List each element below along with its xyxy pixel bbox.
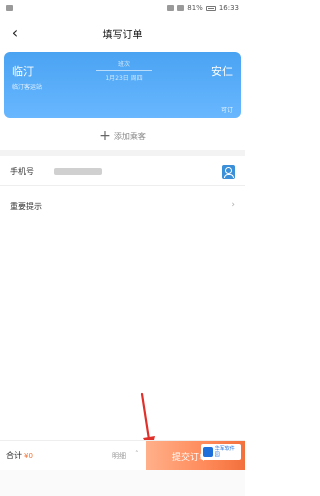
watermark-text: 华军软件园: [214, 446, 235, 458]
total-price: ¥0: [24, 451, 33, 460]
back-button[interactable]: ‹: [6, 22, 24, 44]
system-nav-bar: [0, 470, 245, 496]
section-divider: [0, 150, 245, 156]
phone-label: 手机号: [10, 167, 34, 176]
route-date: 1月23日 周四: [105, 75, 143, 82]
arrival-city: 安仁: [211, 65, 233, 78]
departure-station: 临汀客运站: [12, 84, 43, 91]
departure-city: 临汀: [12, 65, 34, 78]
phone-field[interactable]: [54, 168, 102, 175]
signal-icon: [177, 5, 185, 11]
total-label: 合计: [6, 451, 22, 460]
notification-icon: [6, 5, 13, 11]
chevron-left-icon: ‹: [11, 23, 19, 42]
route-line: [96, 70, 152, 71]
chevron-up-icon[interactable]: ˄: [135, 450, 139, 458]
watermark: 华军软件园: [201, 444, 241, 460]
chevron-right-icon: ›: [231, 200, 235, 210]
price-detail-link[interactable]: 明细: [112, 451, 126, 461]
availability-label: 可订: [220, 107, 233, 114]
important-notice-label: 重要提示: [10, 201, 42, 211]
add-passenger-label: 添加乘客: [113, 131, 146, 141]
page-title: 填写订单: [102, 29, 143, 41]
clock: 16:33: [218, 4, 239, 12]
battery-icon: [205, 5, 216, 11]
plus-icon: +: [99, 128, 111, 144]
wifi-icon: [167, 5, 175, 11]
page-header: ‹ 填写订单: [0, 18, 245, 48]
phone-row: 手机号: [0, 158, 245, 186]
important-notice-row[interactable]: 重要提示 ›: [0, 192, 245, 220]
route-card: 临汀 临汀客运站 班次 1月23日 周四 安仁 可订: [4, 52, 241, 118]
contact-book-icon[interactable]: [222, 165, 235, 179]
route-center-top: 班次: [117, 61, 130, 68]
add-passenger-button[interactable]: + 添加乘客: [0, 124, 245, 148]
route-center-info: 班次 1月23日 周四: [96, 59, 152, 82]
status-left: [6, 5, 13, 11]
status-bar: 81% 16:33: [0, 0, 245, 16]
status-right: 81% 16:33: [167, 4, 239, 12]
watermark-logo: [203, 447, 213, 457]
battery-percent: 81%: [187, 4, 203, 12]
